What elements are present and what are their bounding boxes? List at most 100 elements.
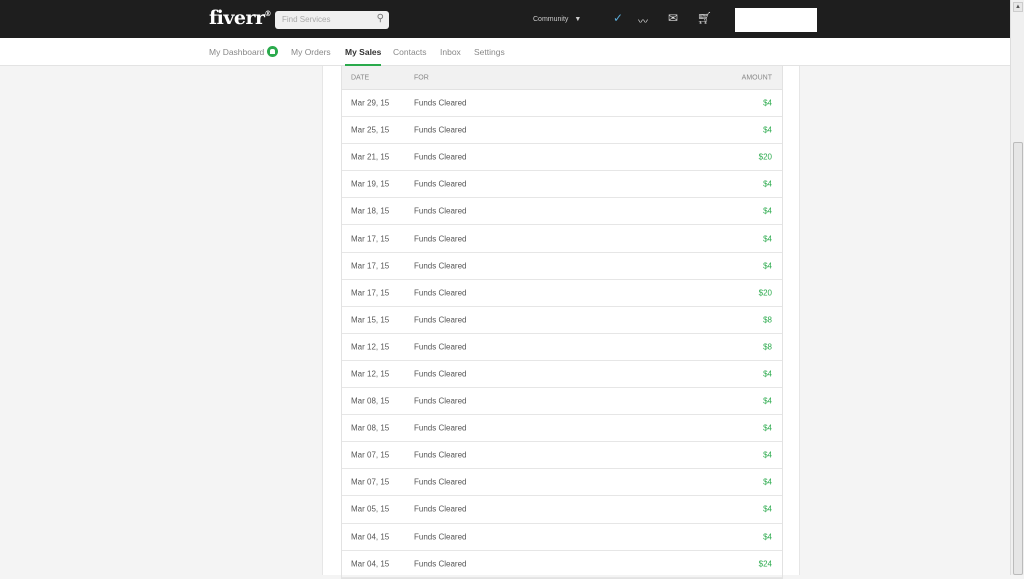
row-amount: $4 <box>763 98 772 108</box>
row-for: Funds Cleared <box>414 315 467 325</box>
table-row: Mar 17, 15 Funds Cleared $4 <box>342 225 782 253</box>
scrollbar[interactable]: ▲ <box>1010 0 1024 575</box>
table-row: Mar 07, 15 Funds Cleared $4 <box>342 469 782 497</box>
top-bar: fiverr® Find Services ⚲ Community ▼ ✓ 〰 ✉ … <box>0 0 1010 38</box>
row-date: Mar 17, 15 <box>351 288 390 298</box>
row-date: Mar 07, 15 <box>351 477 390 487</box>
row-amount: $4 <box>763 423 772 433</box>
nav-settings[interactable]: Settings <box>474 47 505 57</box>
pin-icon[interactable]: ✓ <box>613 11 623 25</box>
table-row: Mar 18, 15 Funds Cleared $4 <box>342 198 782 226</box>
mail-icon[interactable]: ✉ <box>668 11 678 25</box>
sub-navigation: My Dashboard My Orders My Sales Contacts… <box>0 38 1010 66</box>
row-amount: $4 <box>763 261 772 271</box>
nav-label: My Dashboard <box>209 47 265 57</box>
activity-icon[interactable]: 〰 <box>638 13 648 28</box>
row-for: Funds Cleared <box>414 450 467 460</box>
row-amount: $8 <box>763 315 772 325</box>
row-for: Funds Cleared <box>414 396 467 406</box>
row-for: Funds Cleared <box>414 532 467 542</box>
row-date: Mar 29, 15 <box>351 98 390 108</box>
table-row: Mar 19, 15 Funds Cleared $4 <box>342 171 782 199</box>
row-for: Funds Cleared <box>414 234 467 244</box>
scrollbar-thumb[interactable] <box>1013 142 1023 575</box>
row-amount: $4 <box>763 477 772 487</box>
row-for: Funds Cleared <box>414 125 467 135</box>
row-amount: $24 <box>758 559 772 569</box>
row-for: Funds Cleared <box>414 152 467 162</box>
nav-my-orders[interactable]: My Orders <box>291 47 331 57</box>
row-for: Funds Cleared <box>414 559 467 569</box>
table-row: Mar 25, 15 Funds Cleared $4 <box>342 117 782 145</box>
table-row: Mar 17, 15 Funds Cleared $4 <box>342 253 782 280</box>
nav-my-sales[interactable]: My Sales <box>345 47 382 66</box>
chevron-down-icon: ▼ <box>574 16 582 23</box>
nav-my-dashboard[interactable]: My Dashboard <box>209 46 279 58</box>
cart-icon[interactable]: 🛒︎ <box>697 11 712 25</box>
row-amount: $20 <box>758 152 772 162</box>
community-menu[interactable]: Community ▼ <box>533 14 581 23</box>
table-row: Mar 21, 15 Funds Cleared $20 <box>342 144 782 172</box>
sales-table: DATE FOR AMOUNT Mar 29, 15 Funds Cleared $… <box>341 66 783 579</box>
table-row: Mar 08, 15 Funds Cleared $4 <box>342 388 782 416</box>
row-amount: $20 <box>758 288 772 298</box>
row-date: Mar 08, 15 <box>351 396 390 406</box>
table-row: Mar 29, 15 Funds Cleared $4 <box>342 90 782 118</box>
row-amount: $4 <box>763 396 772 406</box>
row-for: Funds Cleared <box>414 288 467 298</box>
community-label: Community <box>533 16 569 23</box>
search-input[interactable]: Find Services ⚲ <box>275 11 389 29</box>
row-date: Mar 18, 15 <box>351 206 390 216</box>
row-date: Mar 21, 15 <box>351 152 390 162</box>
row-date: Mar 04, 15 <box>351 532 390 542</box>
fiverr-logo[interactable]: fiverr® <box>209 7 272 29</box>
row-date: Mar 04, 15 <box>351 559 390 569</box>
nav-contacts[interactable]: Contacts <box>393 47 427 57</box>
table-row: Mar 15, 15 Funds Cleared $8 <box>342 307 782 334</box>
row-date: Mar 17, 15 <box>351 261 390 271</box>
row-date: Mar 25, 15 <box>351 125 390 135</box>
table-row: Mar 08, 15 Funds Cleared $4 <box>342 415 782 443</box>
table-row: Mar 05, 15 Funds Cleared $4 <box>342 496 782 524</box>
header-date: DATE <box>351 74 370 81</box>
row-date: Mar 05, 15 <box>351 504 390 514</box>
row-amount: $4 <box>763 504 772 514</box>
row-for: Funds Cleared <box>414 179 467 189</box>
nav-inbox[interactable]: Inbox <box>440 47 461 57</box>
row-date: Mar 07, 15 <box>351 450 390 460</box>
row-for: Funds Cleared <box>414 206 467 216</box>
table-header: DATE FOR AMOUNT <box>342 66 782 90</box>
row-for: Funds Cleared <box>414 342 467 352</box>
table-row: Mar 04, 15 Funds Cleared $24 <box>342 551 782 578</box>
scroll-up-icon[interactable]: ▲ <box>1013 2 1023 12</box>
table-row: Mar 07, 15 Funds Cleared $4 <box>342 442 782 470</box>
row-amount: $4 <box>763 234 772 244</box>
row-for: Funds Cleared <box>414 369 467 379</box>
search-placeholder: Find Services <box>282 15 331 24</box>
row-amount: $4 <box>763 206 772 216</box>
bell-icon <box>267 46 279 58</box>
row-amount: $4 <box>763 179 772 189</box>
table-row: Mar 04, 15 Funds Cleared $4 <box>342 524 782 551</box>
search-icon[interactable]: ⚲ <box>377 13 384 24</box>
user-box[interactable] <box>735 8 817 32</box>
row-for: Funds Cleared <box>414 98 467 108</box>
row-date: Mar 08, 15 <box>351 423 390 433</box>
row-for: Funds Cleared <box>414 261 467 271</box>
row-amount: $4 <box>763 125 772 135</box>
row-for: Funds Cleared <box>414 423 467 433</box>
row-for: Funds Cleared <box>414 504 467 514</box>
header-amount: AMOUNT <box>741 74 772 81</box>
row-amount: $4 <box>763 369 772 379</box>
row-date: Mar 12, 15 <box>351 342 390 352</box>
row-amount: $4 <box>763 450 772 460</box>
header-for: FOR <box>414 74 429 81</box>
table-row: Mar 12, 15 Funds Cleared $4 <box>342 361 782 389</box>
row-date: Mar 12, 15 <box>351 369 390 379</box>
row-amount: $4 <box>763 532 772 542</box>
table-row: Mar 12, 15 Funds Cleared $8 <box>342 334 782 361</box>
row-date: Mar 15, 15 <box>351 315 390 325</box>
logo-text: fiverr <box>209 7 265 29</box>
table-row: Mar 17, 15 Funds Cleared $20 <box>342 280 782 307</box>
row-amount: $8 <box>763 342 772 352</box>
